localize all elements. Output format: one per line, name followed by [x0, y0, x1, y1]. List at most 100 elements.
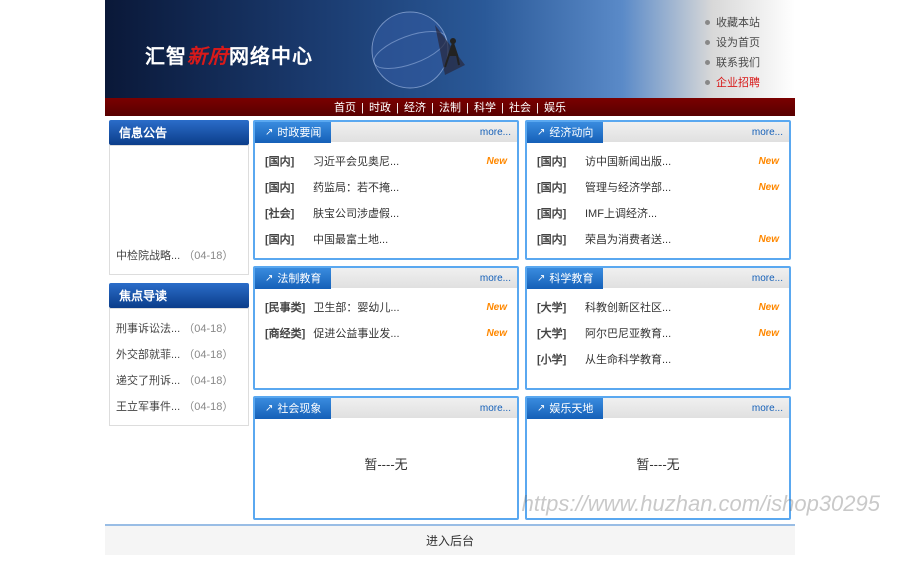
panel-title: ↗ 科学教育: [527, 267, 603, 289]
new-badge: New: [486, 156, 507, 167]
news-link[interactable]: 卫生部：婴幼儿...: [313, 299, 478, 315]
nav-首页[interactable]: 首页: [334, 102, 356, 114]
news-row: [国内] IMF上调经济...: [537, 200, 779, 226]
announce-box: 信息公告 中检院战略... （04-18）: [109, 120, 249, 275]
news-tag: [商经类]: [265, 325, 305, 341]
news-row: [国内] 管理与经济学部... New: [537, 174, 779, 200]
news-link[interactable]: 科教创新区社区...: [585, 299, 750, 315]
quick-link-0[interactable]: 收藏本站: [705, 14, 785, 30]
news-link[interactable]: 从生命科学教育...: [585, 351, 779, 367]
news-row: [国内] 药监局：若不掩...: [265, 174, 507, 200]
side-item[interactable]: 王立军事件... （04-18）: [114, 393, 244, 419]
quick-links-list: 收藏本站设为首页联系我们企业招聘: [705, 10, 785, 94]
footer: 进入后台: [105, 524, 795, 555]
arrow-icon: ↗: [537, 127, 545, 138]
site-title: 汇智新府网络中心: [145, 40, 313, 69]
more-link[interactable]: more...: [752, 127, 783, 138]
more-link[interactable]: more...: [480, 403, 511, 414]
news-row: [国内] 习近平会见奥尼... New: [265, 148, 507, 174]
news-tag: [国内]: [537, 205, 577, 221]
panel-title: ↗ 社会现象: [255, 397, 331, 419]
focus-header: 焦点导读: [109, 283, 249, 308]
arrow-icon: ↗: [265, 273, 273, 284]
panel-4: ↗ 社会现象 more... 暂----无: [253, 396, 519, 520]
news-link[interactable]: 肤宝公司涉虚假...: [313, 205, 507, 221]
news-tag: [国内]: [537, 153, 577, 169]
panel-2: ↗ 法制教育 more... [民事类] 卫生部：婴幼儿... New [商经类] 促进公益…: [253, 266, 519, 390]
quick-link-2[interactable]: 联系我们: [705, 54, 785, 70]
news-row: [国内] 访中国新闻出版... New: [537, 148, 779, 174]
new-badge: New: [486, 328, 507, 339]
arrow-icon: ↗: [265, 403, 273, 414]
panel-0: ↗ 时政要闻 more... [国内] 习近平会见奥尼... New [国内] 药监局：若不…: [253, 120, 519, 260]
news-row: [大学] 阿尔巴尼亚教育... New: [537, 320, 779, 346]
news-link[interactable]: 荣昌为消费者送...: [585, 231, 750, 247]
news-tag: [社会]: [265, 205, 305, 221]
news-row: [小学] 从生命科学教育...: [537, 346, 779, 372]
new-badge: New: [758, 156, 779, 167]
news-row: [国内] 荣昌为消费者送... New: [537, 226, 779, 252]
panel-title: ↗ 法制教育: [255, 267, 331, 289]
panel-title: ↗ 时政要闻: [255, 121, 331, 143]
panel-title: ↗ 经济动向: [527, 121, 603, 143]
side-item[interactable]: 刑事诉讼法... （04-18）: [114, 315, 244, 341]
quick-link-1[interactable]: 设为首页: [705, 34, 785, 50]
news-tag: [国内]: [265, 179, 305, 195]
news-tag: [民事类]: [265, 299, 305, 315]
news-tag: [国内]: [537, 179, 577, 195]
side-item[interactable]: 外交部就菲... （04-18）: [114, 341, 244, 367]
empty-text: 暂----无: [265, 424, 507, 503]
nav-社会[interactable]: 社会: [509, 102, 531, 114]
nav-法制[interactable]: 法制: [439, 102, 461, 114]
empty-text: 暂----无: [537, 424, 779, 503]
news-link[interactable]: 习近平会见奥尼...: [313, 153, 478, 169]
nav-时政[interactable]: 时政: [369, 102, 391, 114]
news-row: [商经类] 促进公益事业发... New: [265, 320, 507, 346]
news-tag: [国内]: [537, 231, 577, 247]
arrow-icon: ↗: [537, 273, 545, 284]
news-tag: [大学]: [537, 325, 577, 341]
panel-title: ↗ 娱乐天地: [527, 397, 603, 419]
side-item[interactable]: 递交了刑诉... （04-18）: [114, 367, 244, 393]
news-link[interactable]: 药监局：若不掩...: [313, 179, 507, 195]
panel-1: ↗ 经济动向 more... [国内] 访中国新闻出版... New [国内] 管理与经济学…: [525, 120, 791, 260]
nav-娱乐[interactable]: 娱乐: [544, 102, 566, 114]
new-badge: New: [486, 302, 507, 313]
nav-科学[interactable]: 科学: [474, 102, 496, 114]
news-link[interactable]: 阿尔巴尼亚教育...: [585, 325, 750, 341]
banner-header: 汇智新府网络中心 收藏本站设为首页联系我们企业招聘: [105, 0, 795, 98]
news-link[interactable]: 访中国新闻出版...: [585, 153, 750, 169]
news-link[interactable]: 促进公益事业发...: [313, 325, 478, 341]
news-tag: [小学]: [537, 351, 577, 367]
news-row: [国内] 中国最富土地...: [265, 226, 507, 252]
more-link[interactable]: more...: [752, 273, 783, 284]
side-item[interactable]: 中检院战略... （04-18）: [114, 242, 244, 268]
new-badge: New: [758, 302, 779, 313]
new-badge: New: [758, 182, 779, 193]
news-link[interactable]: 管理与经济学部...: [585, 179, 750, 195]
globe-climber-icon: [365, 5, 475, 98]
more-link[interactable]: more...: [480, 273, 511, 284]
news-link[interactable]: 中国最富土地...: [313, 231, 507, 247]
news-link[interactable]: IMF上调经济...: [585, 205, 779, 221]
new-badge: New: [758, 328, 779, 339]
news-row: [社会] 肤宝公司涉虚假...: [265, 200, 507, 226]
more-link[interactable]: more...: [752, 403, 783, 414]
quick-link-3[interactable]: 企业招聘: [705, 74, 785, 90]
arrow-icon: ↗: [265, 127, 273, 138]
more-link[interactable]: more...: [480, 127, 511, 138]
news-tag: [国内]: [265, 231, 305, 247]
announce-header: 信息公告: [109, 120, 249, 145]
nav-经济[interactable]: 经济: [404, 102, 426, 114]
news-tag: [国内]: [265, 153, 305, 169]
news-tag: [大学]: [537, 299, 577, 315]
new-badge: New: [758, 234, 779, 245]
arrow-icon: ↗: [537, 403, 545, 414]
main-navbar: 首页 | 时政 | 经济 | 法制 | 科学 | 社会 | 娱乐: [105, 98, 795, 116]
admin-link[interactable]: 进入后台: [426, 534, 474, 548]
news-row: [大学] 科教创新区社区... New: [537, 294, 779, 320]
panel-3: ↗ 科学教育 more... [大学] 科教创新区社区... New [大学] 阿尔巴尼亚教…: [525, 266, 791, 390]
focus-box: 焦点导读 刑事诉讼法... （04-18）外交部就菲... （04-18）递交了…: [109, 283, 249, 426]
panel-5: ↗ 娱乐天地 more... 暂----无: [525, 396, 791, 520]
news-row: [民事类] 卫生部：婴幼儿... New: [265, 294, 507, 320]
